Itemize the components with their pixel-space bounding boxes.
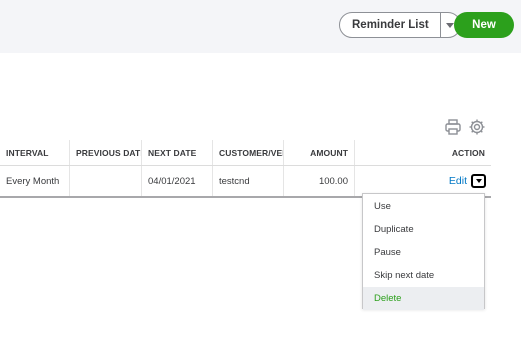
cell-action: Edit bbox=[355, 166, 491, 196]
column-header-previous-date[interactable]: PREVIOUS DATE bbox=[70, 140, 142, 165]
cell-previous-date bbox=[70, 166, 142, 196]
chevron-down-icon bbox=[446, 22, 455, 28]
action-dropdown-menu: Use Duplicate Pause Skip next date Delet… bbox=[362, 193, 485, 310]
menu-item-use[interactable]: Use bbox=[363, 195, 484, 218]
cell-amount: 100.00 bbox=[284, 166, 355, 196]
menu-item-pause[interactable]: Pause bbox=[363, 241, 484, 264]
recurring-transactions-table: INTERVAL PREVIOUS DATE NEXT DATE CUSTOME… bbox=[0, 140, 491, 198]
chevron-down-icon bbox=[475, 179, 482, 183]
menu-item-delete[interactable]: Delete bbox=[363, 287, 484, 310]
reminder-list-button[interactable]: Reminder List bbox=[340, 13, 441, 37]
printer-icon[interactable] bbox=[444, 118, 462, 136]
edit-link[interactable]: Edit bbox=[449, 166, 467, 196]
new-button[interactable]: New bbox=[454, 12, 514, 38]
menu-item-skip-next-date[interactable]: Skip next date bbox=[363, 264, 484, 287]
gear-icon[interactable] bbox=[468, 118, 486, 136]
cell-interval: Every Month bbox=[0, 166, 70, 196]
column-header-customer-vendor[interactable]: CUSTOMER/VENDOR bbox=[213, 140, 284, 165]
cell-next-date: 04/01/2021 bbox=[142, 166, 213, 196]
column-header-amount[interactable]: AMOUNT bbox=[284, 140, 355, 165]
column-header-interval[interactable]: INTERVAL bbox=[0, 140, 70, 165]
reminder-list-split-button: Reminder List bbox=[339, 12, 461, 38]
cell-customer: testcnd bbox=[213, 166, 284, 196]
table-header: INTERVAL PREVIOUS DATE NEXT DATE CUSTOME… bbox=[0, 140, 491, 166]
column-header-action: ACTION bbox=[451, 148, 485, 158]
action-dropdown-toggle[interactable] bbox=[471, 174, 486, 188]
menu-item-duplicate[interactable]: Duplicate bbox=[363, 218, 484, 241]
column-header-next-date[interactable]: NEXT DATE bbox=[142, 140, 213, 165]
